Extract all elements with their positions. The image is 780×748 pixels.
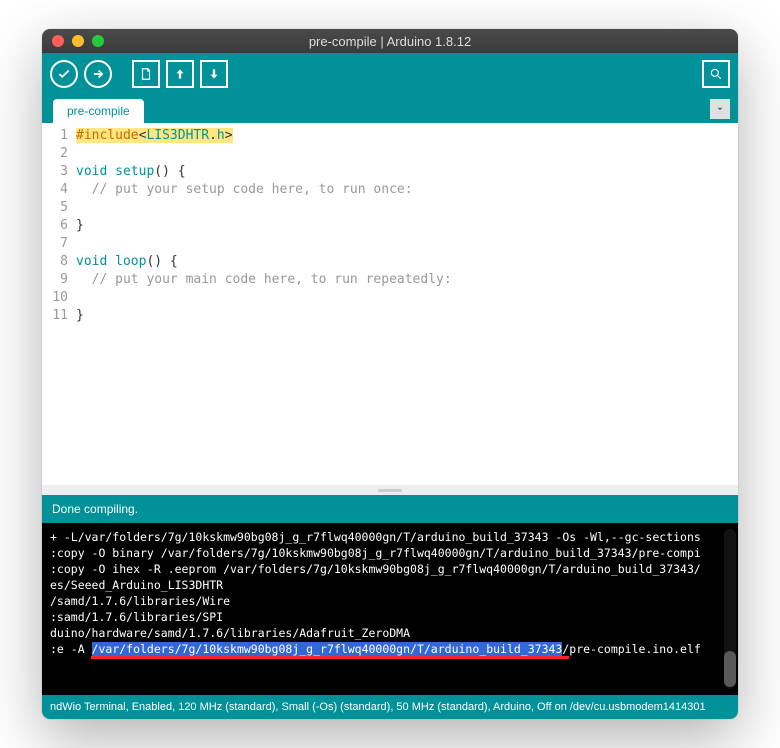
toolbar <box>42 53 738 95</box>
file-icon <box>139 67 153 81</box>
window-controls <box>52 35 104 47</box>
check-icon <box>57 67 71 81</box>
new-file-button[interactable] <box>132 60 160 88</box>
code-content[interactable]: #include<LIS3DHTR.h> void setup() { // p… <box>74 123 738 485</box>
arrow-up-icon <box>173 67 187 81</box>
bottom-bar: ndWio Terminal, Enabled, 120 MHz (standa… <box>42 695 738 719</box>
line-number-gutter: 1234567891011 <box>42 123 74 485</box>
upload-button[interactable] <box>84 60 112 88</box>
console-scrollbar[interactable] <box>724 529 736 689</box>
tab-menu-button[interactable] <box>710 99 730 119</box>
chevron-down-icon <box>715 104 725 114</box>
console-output[interactable]: + -L/var/folders/7g/10kskmw90bg08j_g_r7f… <box>42 523 738 695</box>
highlight-underline <box>91 656 569 659</box>
titlebar[interactable]: pre-compile | Arduino 1.8.12 <box>42 29 738 53</box>
tab-bar: pre-compile <box>42 95 738 123</box>
window-title: pre-compile | Arduino 1.8.12 <box>42 34 738 49</box>
open-button[interactable] <box>166 60 194 88</box>
maximize-window-button[interactable] <box>92 35 104 47</box>
board-info-text: ndWio Terminal, Enabled, 120 MHz (standa… <box>50 701 706 713</box>
close-window-button[interactable] <box>52 35 64 47</box>
serial-monitor-button[interactable] <box>702 60 730 88</box>
arrow-right-icon <box>91 67 105 81</box>
status-text: Done compiling. <box>52 502 138 516</box>
console-selection[interactable]: /var/folders/7g/10kskmw90bg08j_g_r7flwq4… <box>92 642 563 656</box>
verify-button[interactable] <box>50 60 78 88</box>
arrow-down-icon <box>207 67 221 81</box>
magnifier-icon <box>709 67 723 81</box>
status-bar: Done compiling. <box>42 495 738 523</box>
app-window: pre-compile | Arduino 1.8.12 pre-compile… <box>42 29 738 719</box>
code-editor[interactable]: 1234567891011 #include<LIS3DHTR.h> void … <box>42 123 738 485</box>
tab-active[interactable]: pre-compile <box>53 99 144 123</box>
split-grip[interactable] <box>42 485 738 495</box>
minimize-window-button[interactable] <box>72 35 84 47</box>
save-button[interactable] <box>200 60 228 88</box>
console-scroll-thumb[interactable] <box>724 651 736 687</box>
